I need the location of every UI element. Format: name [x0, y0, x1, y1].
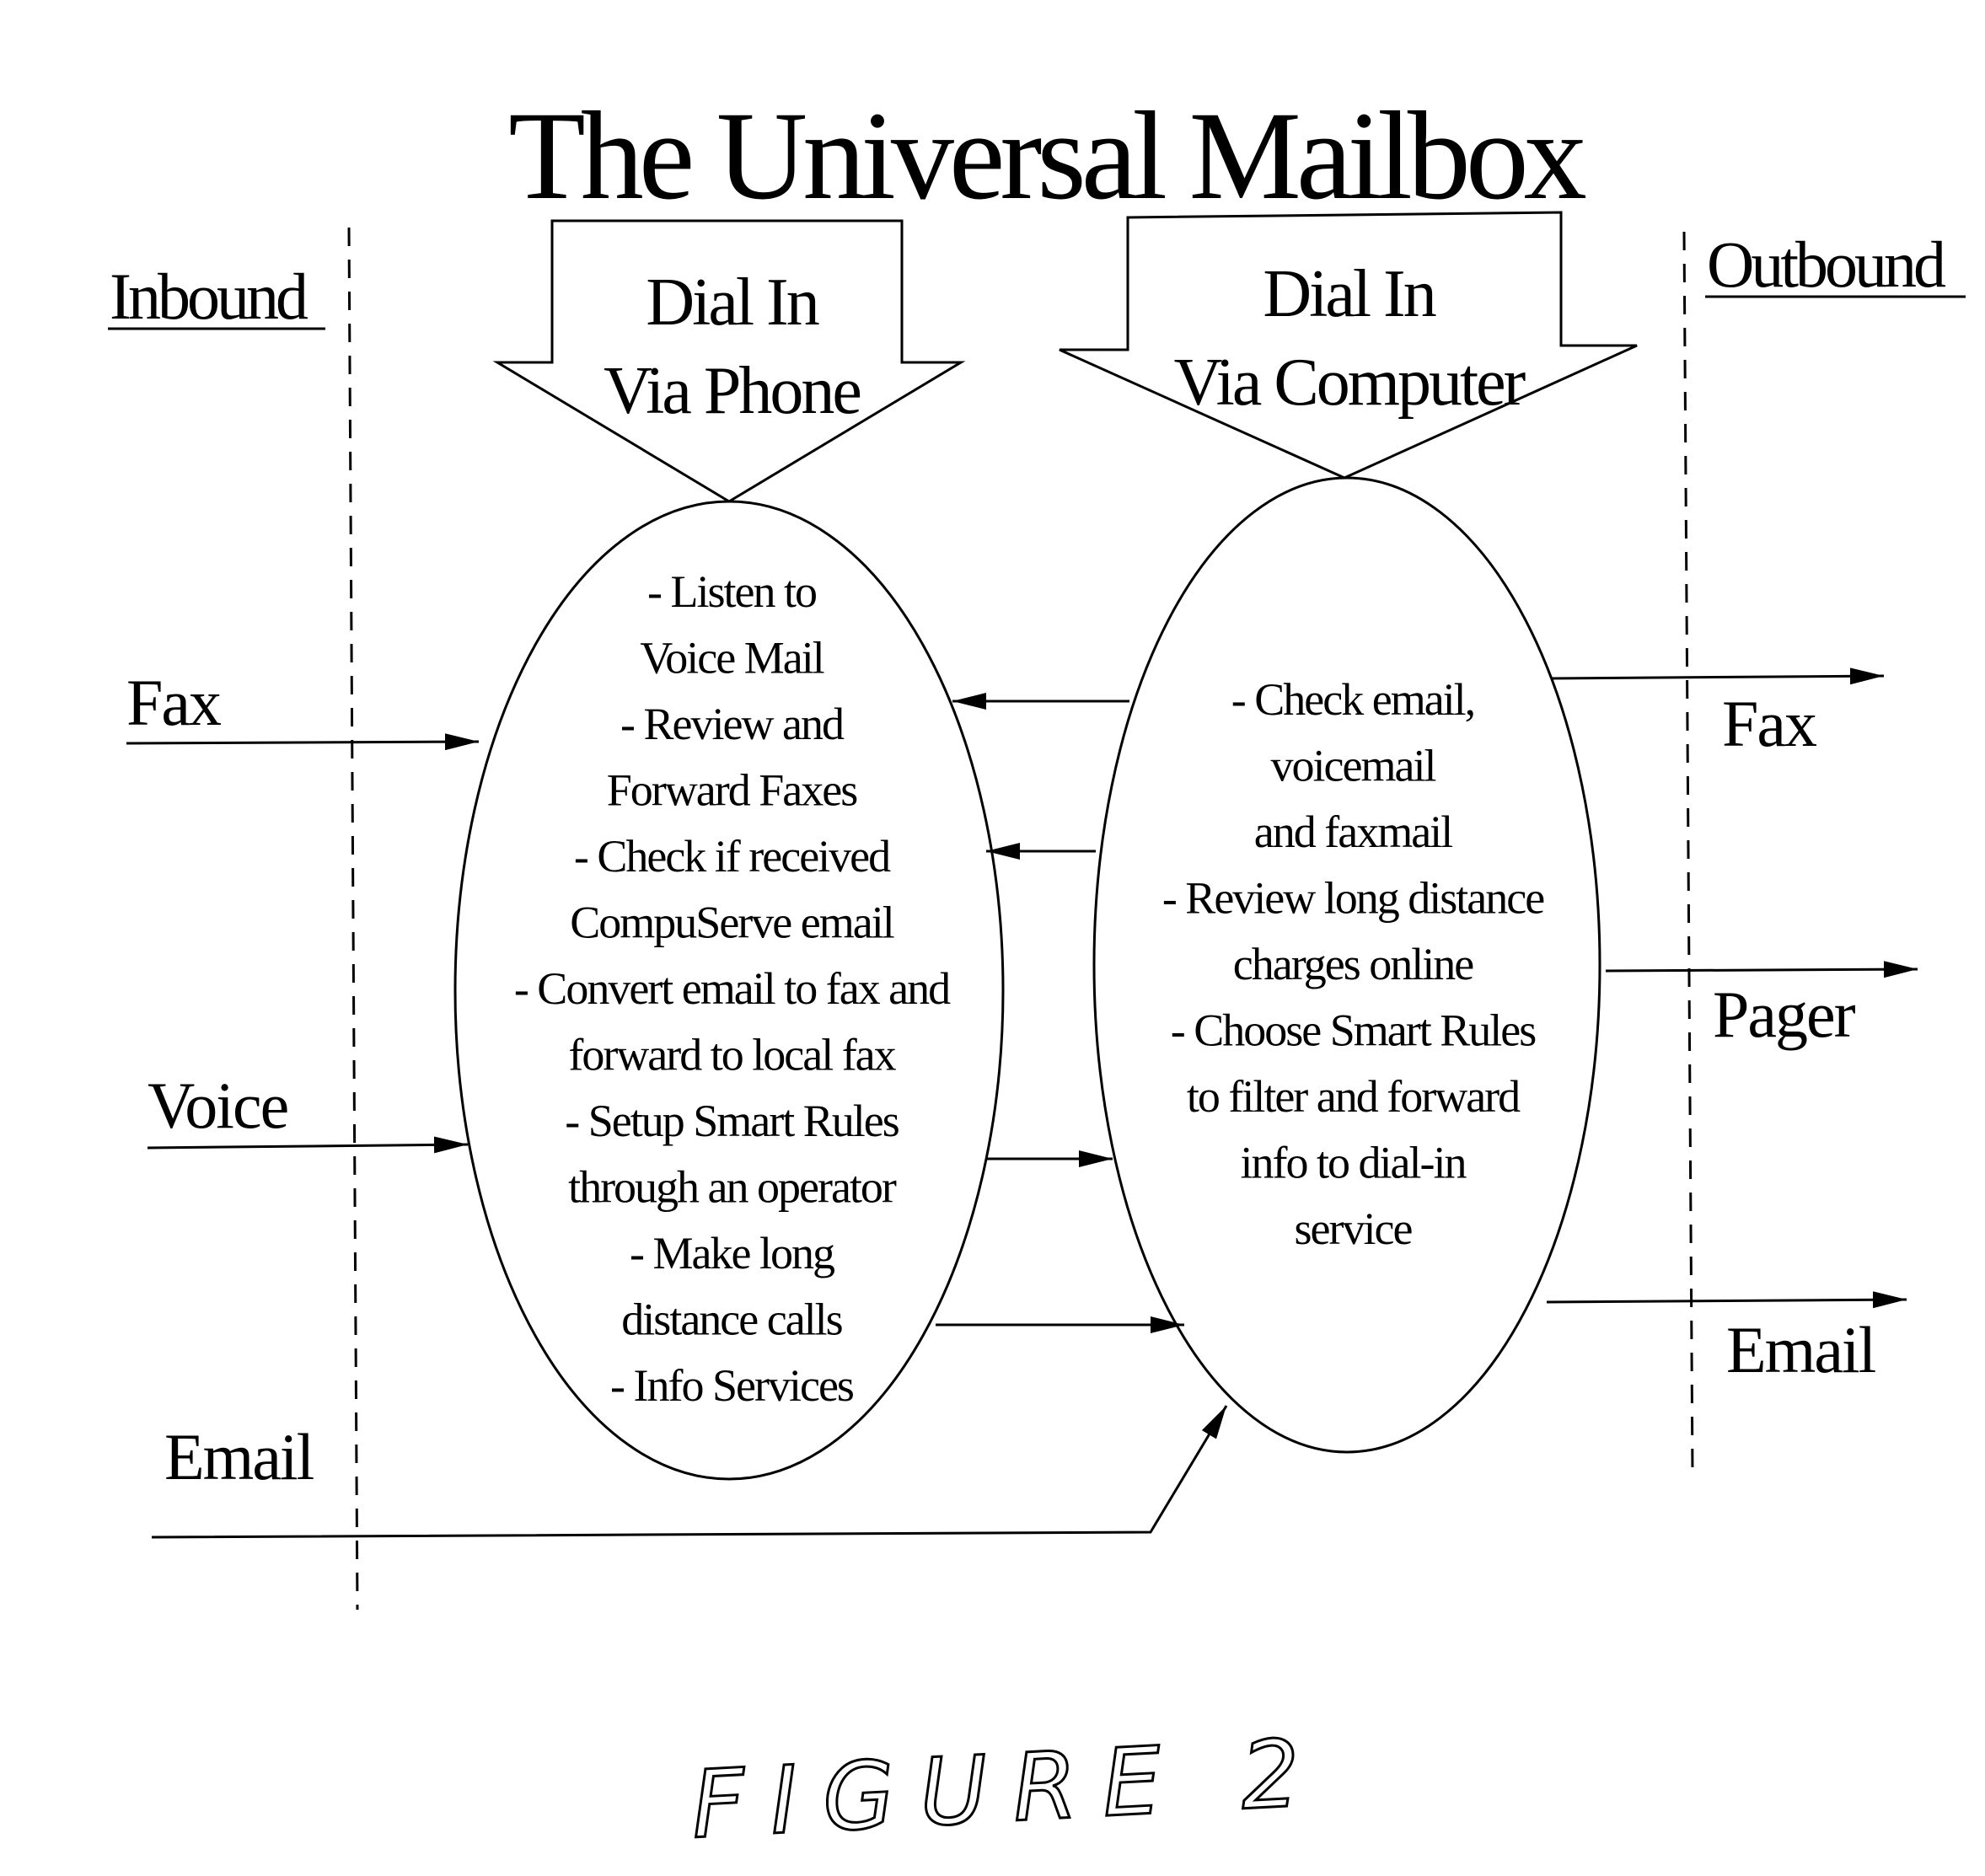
phone-feature-line: - Convert email to fax and	[514, 963, 951, 1014]
phone-feature-line: - Info Services	[610, 1360, 854, 1411]
computer-feature-line: and faxmail	[1254, 807, 1452, 857]
computer-feature-line: - Choose Smart Rules	[1171, 1005, 1536, 1056]
diagram-title: The Universal Mailbox	[508, 86, 1586, 226]
inbound-boundary-line	[347, 227, 359, 1611]
dial-in-phone-line2: Via Phone	[604, 354, 860, 428]
inbound-email-label: Email	[164, 1420, 314, 1493]
computer-features-list: - Check email, voicemail and faxmail - Revi…	[1162, 674, 1546, 1254]
outbound-fax-arrow	[1550, 667, 1885, 685]
phone-feature-line: - Check if received	[574, 831, 891, 882]
phone-feature-line: - Review and	[620, 699, 845, 749]
dial-in-computer-line1: Dial In	[1263, 257, 1435, 331]
dial-in-computer-line2: Via Computer	[1174, 346, 1526, 420]
inbound-voice-label: Voice	[148, 1069, 287, 1142]
phone-features-list: - Listen to Voice Mail - Review and Forward…	[514, 566, 952, 1411]
inbound-fax-arrow	[126, 733, 480, 751]
outbound-heading: Outbound	[1707, 228, 1946, 301]
phone-feature-line: CompuServe email	[570, 898, 893, 948]
phone-feature-line: distance calls	[621, 1294, 842, 1345]
phone-feature-line: Forward Faxes	[607, 765, 857, 816]
computer-feature-line: info to dial-in	[1241, 1138, 1467, 1188]
computer-feature-line: - Check email,	[1231, 674, 1474, 725]
phone-feature-line: Voice Mail	[640, 633, 824, 683]
outbound-fax-label: Fax	[1722, 687, 1817, 760]
outbound-email-label: Email	[1726, 1313, 1876, 1386]
outbound-boundary-line	[1682, 231, 1694, 1476]
inbound-voice-arrow	[147, 1136, 469, 1154]
computer-feature-line: voicemail	[1271, 741, 1436, 791]
outbound-email-arrow	[1546, 1291, 1907, 1309]
phone-feature-line: - Setup Smart Rules	[565, 1096, 899, 1146]
computer-feature-line: charges online	[1233, 939, 1473, 989]
phone-feature-line: through an operator	[568, 1162, 897, 1213]
phone-feature-line: - Make long	[630, 1228, 834, 1278]
dial-in-phone-line1: Dial In	[646, 265, 818, 340]
figure-caption: FIGURE 2	[689, 1718, 1328, 1859]
phone-feature-line: - Listen to	[647, 566, 816, 617]
inbound-fax-label: Fax	[126, 666, 222, 739]
universal-mailbox-diagram: The Universal Mailbox Inbound Outbound D…	[108, 86, 1966, 1860]
phone-feature-line: forward to local fax	[568, 1030, 896, 1080]
computer-feature-line: - Review long distance	[1162, 873, 1544, 924]
outbound-pager-label: Pager	[1713, 978, 1856, 1051]
inbound-heading: Inbound	[110, 260, 308, 333]
computer-feature-line: service	[1295, 1203, 1413, 1254]
outbound-pager-arrow	[1605, 961, 1918, 978]
computer-feature-line: to filter and forward	[1187, 1071, 1521, 1122]
